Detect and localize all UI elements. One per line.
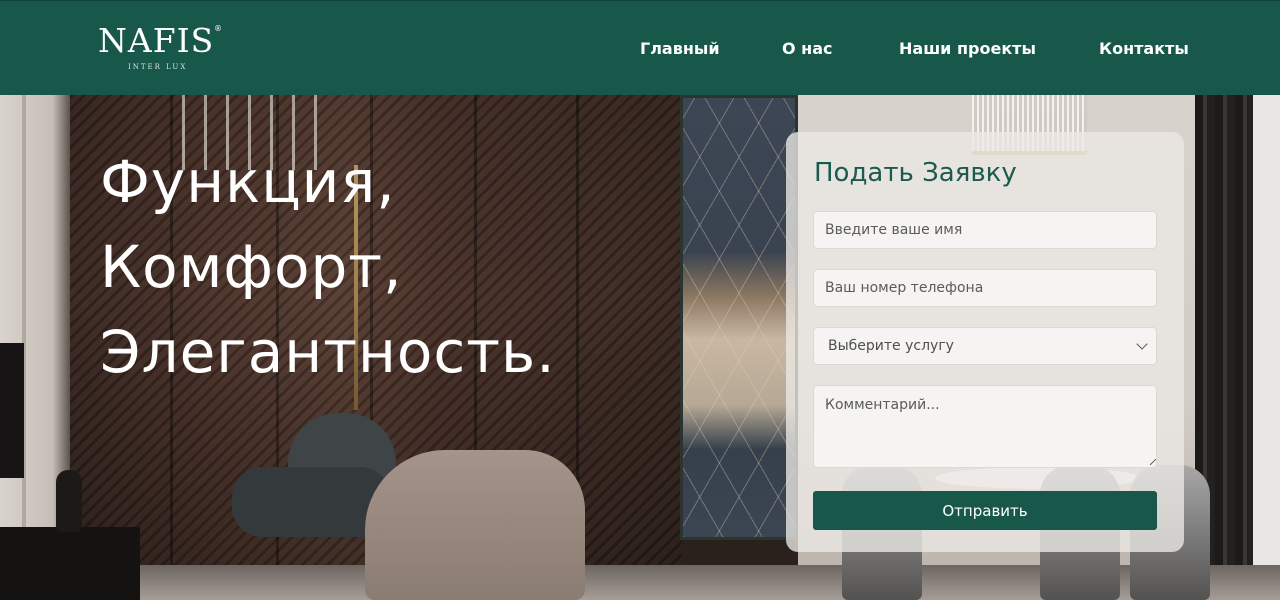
hero-headline-line: Элегантность. [100,318,556,386]
nav-link-home[interactable]: Главный [640,39,720,58]
hero-headline: Функция, Комфорт, Элегантность. [100,140,660,395]
nav-link-about[interactable]: О нас [782,39,833,58]
service-select[interactable]: Выберите услугу [813,327,1157,365]
logo-wordmark: NAFIS [98,21,215,60]
name-input[interactable] [813,211,1157,249]
nav-link-projects[interactable]: Наши проекты [899,39,1036,58]
logo-tagline: INTER LUX [128,63,188,71]
background-glass-door [680,95,798,540]
brand-logo[interactable]: NAFIS ® INTER LUX [98,22,228,74]
logo-registered-mark: ® [214,24,222,33]
background-sofa [365,450,585,600]
background-cabinet [0,527,140,600]
nav-link-contacts[interactable]: Контакты [1099,39,1189,58]
background-vase [56,470,82,532]
form-title: Подать Заявку [814,158,1017,188]
background-tv [0,343,24,478]
submit-button[interactable]: Отправить [813,491,1157,530]
request-form: Подать Заявку Выберите услугу Отправить [786,132,1184,552]
resize-grip-icon[interactable] [1150,459,1156,465]
background-window [1253,95,1280,600]
hero-headline-line: Комфорт, [100,233,403,301]
comment-textarea[interactable] [813,385,1157,468]
phone-input[interactable] [813,269,1157,307]
site-header: NAFIS ® INTER LUX Главный О нас Наши про… [0,0,1280,95]
hero-headline-line: Функция, [100,148,396,216]
